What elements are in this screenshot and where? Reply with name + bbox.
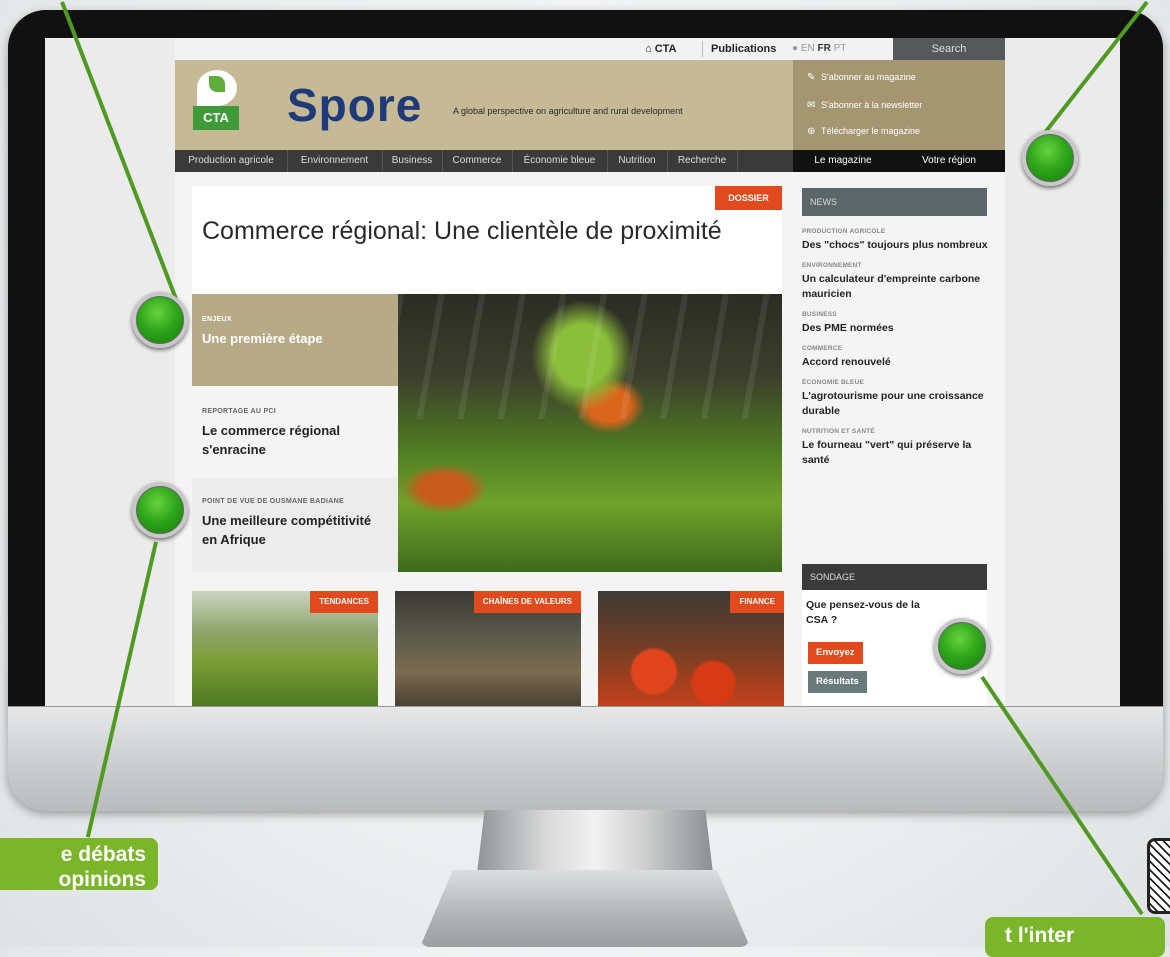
list-item-kicker: REPORTAGE AU PCI [202,408,277,415]
subscribe-magazine-link[interactable]: ✎ S'abonner au magazine [807,66,916,88]
list-item-title: Une première étape [202,331,323,346]
news-category: ÉCONOMIE BLEUE [802,379,865,386]
news-title: Des PME normées [802,322,894,334]
nav-item-environnement[interactable]: Environnement [287,150,383,172]
news-item[interactable]: NUTRITION ET SANTÉ Le fourneau "vert" qu… [802,428,992,468]
list-item-kicker: ENJEUX [202,316,232,323]
news-item[interactable]: COMMERCE Accord renouvelé [802,345,992,370]
list-item[interactable]: ENJEUX Une première étape [192,294,398,386]
card-chaines-de-valeurs[interactable]: CHAÎNES DE VALEURS [395,591,581,706]
news-category: PRODUCTION AGRICOLE [802,228,886,235]
list-item[interactable]: POINT DE VUE DE OUSMANE BADIANE Une meil… [192,478,398,572]
poll-question: Que pensez-vous de la CSA ? [806,599,920,626]
list-item-kicker: POINT DE VUE DE OUSMANE BADIANE [202,498,344,505]
news-title: L'agrotourisme pour une croissance durab… [802,390,984,417]
publications-link[interactable]: Publications [711,38,776,60]
results-button[interactable]: Résultats [808,671,867,693]
leaf-icon [197,70,237,106]
news-title: Accord renouvelé [802,356,891,368]
divider [702,41,703,57]
news-title: Des "chocs" toujours plus nombreux [802,239,988,251]
card-badge: CHAÎNES DE VALEURS [473,591,581,613]
news-category: ENVIRONNEMENT [802,262,862,269]
language-switcher: ● EN FR PT [792,38,846,60]
nav-item-commerce[interactable]: Commerce [442,150,513,172]
dossier-badge: DOSSIER [715,186,782,210]
list-item[interactable]: REPORTAGE AU PCI Le commerce régional s'… [192,386,398,478]
search-input[interactable]: Search [893,38,1005,60]
pencil-icon: ✎ [807,72,816,83]
card-tendances[interactable]: TENDANCES [192,591,378,706]
card-badge: TENDANCES [310,591,378,613]
nav-dark-section: Le magazine Votre région [793,150,1005,172]
news-header: NEWS [802,188,987,216]
callout-label-left: e débats opinions [0,838,158,891]
nav-item-region[interactable]: Votre région [893,150,1005,172]
decorative-icon [1147,838,1170,914]
nav-item-magazine[interactable]: Le magazine [793,150,893,172]
promo-panel: ✎ S'abonner au magazine ✉ S'abonner à la n… [793,60,1005,150]
monitor-stand-base [420,870,750,947]
brand-title[interactable]: Spore [287,82,422,128]
main-nav: Production agricole Environnement Busine… [175,150,1005,172]
top-bar: ⌂ CTA Publications ● EN FR PT Search [175,38,1005,60]
feature-title[interactable]: Commerce régional: Une clientèle de prox… [202,214,722,248]
home-icon: ⌂ [645,43,655,55]
news-item[interactable]: PRODUCTION AGRICOLE Des "chocs" toujours… [802,228,992,253]
news-item[interactable]: ENVIRONNEMENT Un calculateur d'empreinte… [802,262,992,302]
callout-dot[interactable] [934,618,990,674]
news-list: PRODUCTION AGRICOLE Des "chocs" toujours… [802,228,992,477]
news-item[interactable]: ÉCONOMIE BLEUE L'agrotourisme pour une c… [802,379,992,419]
list-item-title: Le commerce régional s'enracine [202,423,340,457]
cta-logo[interactable]: CTA [193,70,239,130]
send-button[interactable]: Envoyez [808,642,863,664]
subscribe-newsletter-link[interactable]: ✉ S'abonner à la newsletter [807,94,922,116]
globe-icon: ● [792,43,801,54]
callout-dot[interactable] [132,292,188,348]
mail-icon: ✉ [807,100,816,111]
callout-label-right: t l'inter [985,917,1165,957]
news-category: NUTRITION ET SANTÉ [802,428,875,435]
home-link[interactable]: ⌂ CTA [645,38,677,60]
hero-image[interactable] [398,294,782,572]
greenhouse-roof [398,294,782,420]
card-badge: FINANCE [730,591,784,613]
nav-item-nutrition[interactable]: Nutrition [607,150,668,172]
feature-sidelist: ENJEUX Une première étape REPORTAGE AU P… [192,294,398,572]
monitor-screen: ⌂ CTA Publications ● EN FR PT Search CTA… [45,38,1120,706]
lang-en[interactable]: EN [801,43,815,54]
nav-item-business[interactable]: Business [382,150,443,172]
tagline: A global perspective on agriculture and … [453,106,683,116]
feature-article: DOSSIER Commerce régional: Une clientèle… [192,186,782,572]
nav-item-production-agricole[interactable]: Production agricole [175,150,288,172]
news-item[interactable]: BUSINESS Des PME normées [802,311,992,336]
news-title: Le fourneau "vert" qui préserve la santé [802,439,972,466]
nav-item-recherche[interactable]: Recherche [667,150,738,172]
callout-dot[interactable] [1022,130,1078,186]
news-title: Un calculateur d'empreinte carbone mauri… [802,273,981,300]
card-finance[interactable]: FINANCE [598,591,784,706]
lang-pt[interactable]: PT [834,43,847,54]
download-magazine-link[interactable]: ⊕ Télécharger le magazine [807,120,920,142]
news-category: COMMERCE [802,345,843,352]
download-icon: ⊕ [807,126,816,137]
nav-item-economie-bleue[interactable]: Économie bleue [512,150,608,172]
poll-header: SONDAGE [802,564,987,590]
lang-fr[interactable]: FR [818,43,831,54]
site-header: CTA Spore A global perspective on agricu… [175,60,1005,150]
spore-website: ⌂ CTA Publications ● EN FR PT Search CTA… [175,38,1005,706]
callout-dot[interactable] [132,482,188,538]
list-item-title: Une meilleure compétitivité en Afrique [202,513,372,547]
logo-text: CTA [193,106,239,130]
monitor-chin [8,706,1163,811]
news-category: BUSINESS [802,311,837,318]
